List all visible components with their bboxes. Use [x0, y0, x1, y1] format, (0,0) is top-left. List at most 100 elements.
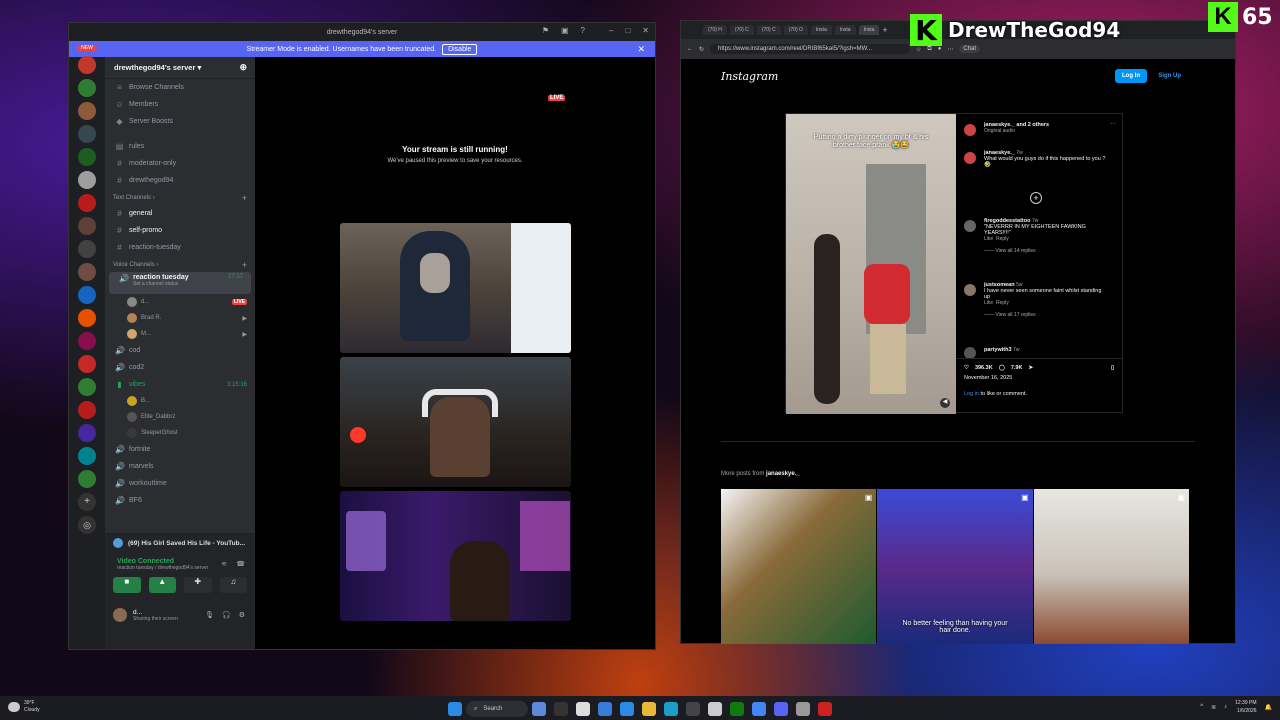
channel-drewthegod94[interactable]: # drewthegod94: [105, 172, 255, 189]
weather-widget[interactable]: 39°F Cloudy: [8, 700, 40, 714]
app-icon[interactable]: [752, 702, 766, 716]
server-icon[interactable]: [78, 194, 96, 212]
voice-channel-marvels[interactable]: 🔊 marvels: [105, 458, 255, 475]
disable-streamer-button[interactable]: Disable: [442, 43, 478, 55]
like-link[interactable]: Like: [984, 236, 993, 242]
maximize-button[interactable]: □: [625, 26, 630, 35]
view-replies-link[interactable]: View all 17 replies: [995, 312, 1035, 318]
app-icon[interactable]: [532, 702, 546, 716]
avatar[interactable]: [113, 608, 127, 622]
channel-reaction-tuesday[interactable]: # reaction-tuesday: [105, 239, 255, 256]
voice-channel-bf6[interactable]: 🔊 BF6: [105, 492, 255, 509]
voice-channels-category[interactable]: Voice Channels › +: [105, 258, 255, 272]
voice-channel-cod2[interactable]: 🔊 cod2: [105, 359, 255, 376]
server-icon[interactable]: [78, 355, 96, 373]
video-tile[interactable]: [340, 357, 571, 487]
headphones-icon[interactable]: 🎧: [222, 611, 231, 619]
app-icon[interactable]: [642, 702, 656, 716]
noise-icon[interactable]: ≋: [221, 560, 227, 568]
tab[interactable]: Insta: [810, 25, 832, 35]
tab[interactable]: Insta: [834, 25, 856, 35]
volume-icon[interactable]: ♪: [1224, 704, 1227, 710]
video-tile[interactable]: [340, 223, 571, 353]
server-icon[interactable]: [78, 56, 96, 74]
more-options-icon[interactable]: ⋯: [1111, 122, 1117, 128]
voice-user[interactable]: Elite_Dabbrz: [105, 409, 255, 425]
app-icon[interactable]: [598, 702, 612, 716]
notification-icon[interactable]: 🔔: [1265, 704, 1272, 711]
help-icon[interactable]: ?: [581, 26, 585, 35]
reel-video[interactable]: Putting a dirty plunger on my bf & his b…: [786, 114, 956, 414]
voice-channel-cod[interactable]: 🔊 cod: [105, 342, 255, 359]
discover-icon[interactable]: ◎: [78, 516, 96, 534]
soundboard-button[interactable]: ♫: [219, 577, 247, 593]
members[interactable]: ☺ Members: [105, 96, 255, 113]
server-icon[interactable]: [78, 332, 96, 350]
app-icon[interactable]: [818, 702, 832, 716]
app-icon[interactable]: [796, 702, 810, 716]
server-icon[interactable]: [78, 424, 96, 442]
tab[interactable]: (70) H: [703, 25, 727, 35]
avatar[interactable]: [964, 152, 976, 164]
text-channels-category[interactable]: Text Channels › +: [105, 191, 255, 205]
app-icon[interactable]: [620, 702, 634, 716]
close-button[interactable]: ✕: [642, 26, 649, 35]
url-field[interactable]: https://www.instagram.com/reel/DRIBf65ka…: [710, 44, 911, 54]
invite-icon[interactable]: ⊕: [239, 62, 247, 73]
new-tab-icon[interactable]: +: [882, 25, 887, 35]
server-boosts[interactable]: ◆ Server Boosts: [105, 113, 255, 130]
avatar[interactable]: [964, 220, 976, 232]
tab[interactable]: (70) C: [729, 25, 754, 35]
wifi-icon[interactable]: ≋: [1211, 704, 1216, 711]
clock[interactable]: 12:39 PM 1/6/2026: [1235, 699, 1256, 715]
voice-user[interactable]: M... ▶: [105, 326, 255, 342]
post-thumbnail[interactable]: ▣: [721, 489, 877, 644]
activity-row[interactable]: (69) His Girl Saved His Life - YouTub...: [105, 534, 255, 552]
voice-user[interactable]: B...: [105, 393, 255, 409]
tab[interactable]: (70) O: [783, 25, 808, 35]
channel-general[interactable]: # general: [105, 205, 255, 222]
avatar[interactable]: [964, 124, 976, 136]
server-icon[interactable]: [78, 125, 96, 143]
share-icon[interactable]: ➤: [1028, 365, 1033, 371]
activities-button[interactable]: ✚: [184, 577, 212, 593]
disconnect-icon[interactable]: ☎: [236, 560, 245, 568]
signup-link[interactable]: Sign Up: [1158, 73, 1181, 79]
start-icon[interactable]: [448, 702, 462, 716]
voice-channel-vibes[interactable]: ▮ vibes 3:15:16: [105, 376, 255, 393]
server-icon[interactable]: [78, 378, 96, 396]
voice-channel-fortnite[interactable]: 🔊 fortnite: [105, 441, 255, 458]
voice-user[interactable]: d... LIVE: [105, 294, 255, 310]
avatar[interactable]: [964, 284, 976, 296]
reply-link[interactable]: Reply: [996, 300, 1009, 306]
instagram-logo[interactable]: Instagram: [721, 70, 778, 83]
server-icon[interactable]: [78, 263, 96, 281]
voice-channel-reaction-tuesday[interactable]: 🔊 reaction tuesday Set a channel status 2…: [109, 272, 251, 294]
screen-share-button[interactable]: ▲: [148, 577, 176, 593]
app-icon[interactable]: [686, 702, 700, 716]
app-icon[interactable]: [576, 702, 590, 716]
back-icon[interactable]: ←: [687, 46, 693, 52]
server-icon[interactable]: [78, 286, 96, 304]
search-box[interactable]: ⌕ Search: [466, 701, 528, 717]
tab-active[interactable]: Insta: [858, 25, 880, 35]
mic-icon[interactable]: 🎙: [205, 611, 214, 619]
app-icon[interactable]: [554, 702, 568, 716]
more-posts-user[interactable]: janaeskye._: [766, 471, 800, 477]
server-icon[interactable]: [78, 447, 96, 465]
bookmark-icon[interactable]: ▯: [1111, 365, 1114, 371]
comment-icon[interactable]: ◯: [999, 365, 1005, 371]
app-icon[interactable]: [664, 702, 678, 716]
close-banner-icon[interactable]: ✕: [637, 44, 645, 55]
refresh-icon[interactable]: ↻: [699, 46, 704, 53]
channel-self-promo[interactable]: # self-promo: [105, 222, 255, 239]
post-thumbnail[interactable]: ▣ No better feeling than having your hai…: [877, 489, 1033, 644]
flag-icon[interactable]: ⚑: [542, 26, 549, 35]
voice-user[interactable]: SleeperGhost: [105, 425, 255, 441]
add-channel-icon[interactable]: +: [242, 260, 247, 270]
like-icon[interactable]: ♡: [964, 365, 969, 371]
add-channel-icon[interactable]: +: [242, 193, 247, 203]
settings-icon[interactable]: ⚙: [239, 611, 245, 619]
server-icon[interactable]: [78, 470, 96, 488]
browse-channels[interactable]: ≡ Browse Channels: [105, 79, 255, 96]
